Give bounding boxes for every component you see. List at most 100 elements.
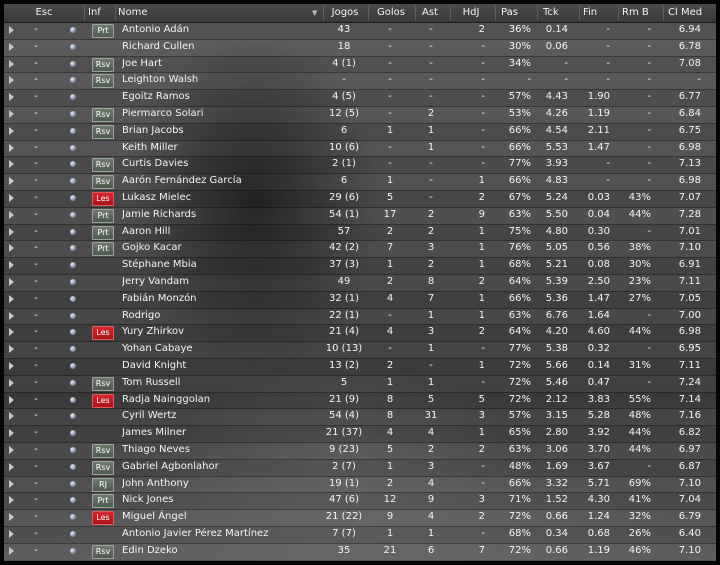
play-triangle-icon[interactable] <box>9 59 14 68</box>
play-triangle-icon[interactable] <box>9 412 14 421</box>
table-row[interactable]: Rsv - Brian Jacobs 6 1 1 - 66% 4.54 2.11 - 6.75 <box>4 122 716 141</box>
table-row[interactable]: Les - Miguel Ángel 21 (22) 9 4 2 72% 0.66 1.24 32%… <box>4 509 716 527</box>
play-triangle-icon[interactable] <box>9 26 14 34</box>
table-row[interactable]: Prt - Antonio Adán 43 - - 2 36% 0.14 - - 6.94 <box>4 22 716 40</box>
column-divider[interactable] <box>618 6 619 20</box>
table-row[interactable]: - Antonio Javier Pérez Martínez 7 (7) 1 1 - 68… <box>4 526 716 544</box>
play-triangle-icon[interactable] <box>9 261 14 270</box>
header-esc[interactable]: Esc <box>24 4 64 22</box>
play-triangle-icon[interactable] <box>9 227 14 236</box>
cell-nome[interactable]: Antonio Javier Pérez Martínez <box>122 526 312 543</box>
header-golos[interactable]: Golos <box>370 4 412 22</box>
cell-nome[interactable]: Brian Jacobs <box>122 123 312 140</box>
cell-nome[interactable]: Lukasz Mielec <box>122 190 312 207</box>
table-row[interactable]: Prt - Gojko Kacar 42 (2) 7 3 1 76% 5.05 0.56 38% 7.… <box>4 240 716 259</box>
cell-nome[interactable]: Leighton Walsh <box>122 72 312 89</box>
cell-nome[interactable]: Fabián Monzón <box>122 291 312 308</box>
column-divider[interactable] <box>84 6 85 20</box>
cell-nome[interactable]: Piermarco Solari <box>122 106 312 123</box>
play-triangle-icon[interactable] <box>9 42 14 51</box>
cell-nome[interactable]: Cyril Wertz <box>122 408 312 425</box>
table-row[interactable]: Rsv - Gabriel Agbonlahor 2 (7) 1 3 - 48% 1.69 3.6… <box>4 458 716 477</box>
table-row[interactable]: Rsv - Thiago Neves 9 (23) 5 2 2 63% 3.06 3.70 44% 6… <box>4 442 716 460</box>
header-hdj[interactable]: HdJ <box>451 4 491 22</box>
play-triangle-icon[interactable] <box>9 546 14 555</box>
cell-nome[interactable]: Curtis Davies <box>122 156 312 173</box>
play-triangle-icon[interactable] <box>9 345 14 354</box>
table-row[interactable]: - Rodrigo 22 (1) - 1 1 63% 6.76 1.64 - 7.00 <box>4 307 716 326</box>
header-fin[interactable]: Fin <box>583 4 613 22</box>
table-row[interactable]: RJ - John Anthony 19 (1) 2 4 - 66% 3.32 5.71 69% 7.… <box>4 475 716 494</box>
play-triangle-icon[interactable] <box>9 479 14 488</box>
cell-nome[interactable]: Richard Cullen <box>122 39 312 56</box>
play-triangle-icon[interactable] <box>9 76 14 85</box>
table-row[interactable]: - Richard Cullen 18 - - - 30% 0.06 - - 6.78 <box>4 38 716 57</box>
table-row[interactable]: Les - Yury Zhirkov 21 (4) 4 3 2 64% 4.20 4.60 44% 6… <box>4 324 716 343</box>
table-row[interactable]: - Keith Miller 10 (6) - 1 - 66% 5.53 1.47 - 6.98 <box>4 139 716 158</box>
play-triangle-icon[interactable] <box>9 446 14 454</box>
play-triangle-icon[interactable] <box>9 496 14 505</box>
cell-nome[interactable]: Egoitz Ramos <box>122 89 312 106</box>
play-triangle-icon[interactable] <box>9 513 14 522</box>
cell-nome[interactable]: Yohan Cabaye <box>122 341 312 358</box>
play-triangle-icon[interactable] <box>9 278 14 286</box>
column-divider[interactable] <box>368 6 369 20</box>
cell-nome[interactable]: Miguel Ángel <box>122 509 312 526</box>
cell-nome[interactable]: Yury Zhirkov <box>122 324 312 341</box>
cell-nome[interactable]: Rodrigo <box>122 308 312 325</box>
play-triangle-icon[interactable] <box>9 294 14 303</box>
column-divider[interactable] <box>537 6 538 20</box>
cell-nome[interactable]: Gojko Kacar <box>122 240 312 257</box>
play-triangle-icon[interactable] <box>9 110 14 118</box>
header-ast[interactable]: Ast <box>415 4 445 22</box>
cell-nome[interactable]: Gabriel Agbonlahor <box>122 459 312 476</box>
cell-nome[interactable]: Keith Miller <box>122 140 312 157</box>
play-triangle-icon[interactable] <box>9 177 14 186</box>
header-rmb[interactable]: Rm B <box>622 4 656 22</box>
play-triangle-icon[interactable] <box>9 244 14 253</box>
cell-nome[interactable]: David Knight <box>122 358 312 375</box>
table-row[interactable]: - Cyril Wertz 54 (4) 8 31 3 57% 3.15 5.28 48% 7.16 <box>4 408 716 427</box>
header-pas[interactable]: Pas <box>501 4 531 22</box>
cell-nome[interactable]: Jerry Vandam <box>122 274 312 291</box>
play-triangle-icon[interactable] <box>9 194 14 202</box>
table-row[interactable]: - Egoitz Ramos 4 (5) - - - 57% 4.43 1.90 - 6.77 <box>4 89 716 107</box>
table-row[interactable]: Rsv - Piermarco Solari 12 (5) - 2 - 53% 4.26 1.19… <box>4 106 716 124</box>
play-triangle-icon[interactable] <box>9 93 14 102</box>
play-triangle-icon[interactable] <box>9 462 14 471</box>
table-row[interactable]: Rsv - Curtis Davies 2 (1) - - - 77% 3.93 - - 7.13 <box>4 156 716 175</box>
cell-nome[interactable]: James Milner <box>122 425 312 442</box>
cell-nome[interactable]: Tom Russell <box>122 375 312 392</box>
cell-nome[interactable]: Aarón Fernández García <box>122 173 312 190</box>
table-row[interactable]: Rsv - Joe Hart 4 (1) - - - 34% - - - 7.08 <box>4 55 716 74</box>
column-divider[interactable] <box>579 6 580 20</box>
sort-arrow-icon[interactable]: ▼ <box>312 4 317 22</box>
table-row[interactable]: Prt - Jamie Richards 54 (1) 17 2 9 63% 5.50 0.04 4… <box>4 206 716 225</box>
play-triangle-icon[interactable] <box>9 395 14 404</box>
play-triangle-icon[interactable] <box>9 143 14 152</box>
play-triangle-icon[interactable] <box>9 311 14 320</box>
column-divider[interactable] <box>663 6 664 20</box>
play-triangle-icon[interactable] <box>9 160 14 169</box>
table-row[interactable]: Rsv - Tom Russell 5 1 1 - 72% 5.46 0.47 - 7.24 <box>4 374 716 393</box>
table-row[interactable]: Rsv - Leighton Walsh - - - - - - - - - <box>4 72 716 91</box>
cell-nome[interactable]: Jamie Richards <box>122 207 312 224</box>
cell-nome[interactable]: Thiago Neves <box>122 442 312 459</box>
table-row[interactable]: Rsv - Edin Dzeko 35 21 6 7 72% 0.66 1.19 46% 7.10 <box>4 542 716 561</box>
header-clmed[interactable]: Cl Med <box>668 4 714 22</box>
table-row[interactable]: - James Milner 21 (37) 4 4 1 65% 2.80 3.92 44% 6.8… <box>4 425 716 443</box>
cell-nome[interactable]: Aaron Hill <box>122 224 312 241</box>
column-divider[interactable] <box>115 6 116 20</box>
table-row[interactable]: - Yohan Cabaye 10 (13) - 1 - 77% 5.38 0.32 - 6.95 <box>4 341 716 359</box>
cell-nome[interactable]: Edin Dzeko <box>122 543 312 560</box>
table-row[interactable]: - Fabián Monzón 32 (1) 4 7 1 66% 5.36 1.47 27% 7.0… <box>4 290 716 309</box>
cell-nome[interactable]: John Anthony <box>122 476 312 493</box>
table-row[interactable]: Les - Lukasz Mielec 29 (6) 5 - 2 67% 5.24 0.03 43%… <box>4 190 716 208</box>
play-triangle-icon[interactable] <box>9 530 14 538</box>
cell-nome[interactable]: Stéphane Mbia <box>122 257 312 274</box>
play-triangle-icon[interactable] <box>9 210 14 219</box>
column-divider[interactable] <box>495 6 496 20</box>
header-jogos[interactable]: Jogos <box>324 4 366 22</box>
table-row[interactable]: Prt - Nick Jones 47 (6) 12 9 3 71% 1.52 4.30 41% 7.… <box>4 492 716 511</box>
header-nome[interactable]: Nome <box>118 4 238 22</box>
